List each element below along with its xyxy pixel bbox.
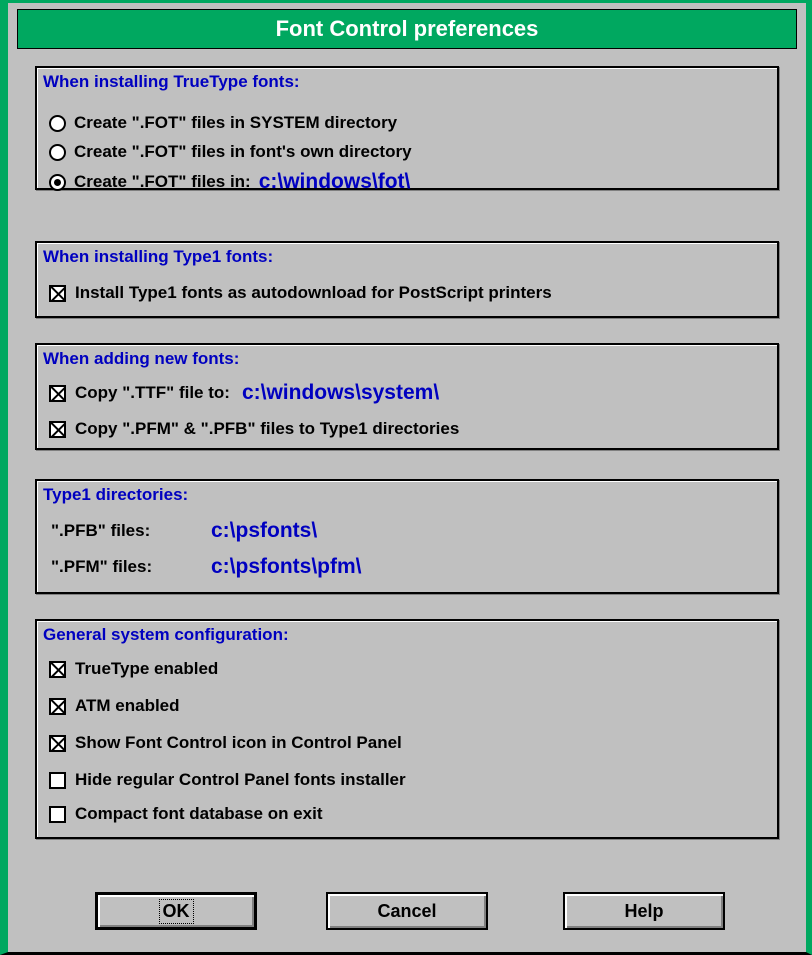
truetype-group-title: When installing TrueType fonts: xyxy=(43,72,300,91)
truetype-group: When installing TrueType fonts: Create "… xyxy=(35,66,779,193)
checkbox-label: Copy ".TTF" file to: xyxy=(75,383,230,402)
checkbox[interactable] xyxy=(49,734,66,752)
radio-fot-custom[interactable]: Create ".FOT" files in: c:\windows\fot\ xyxy=(49,170,410,194)
checkbox-label: Install Type1 fonts as autodownload for … xyxy=(75,283,552,302)
type1-dirs-group: Type1 directories: ".PFB" files: c:\psfo… xyxy=(35,479,779,594)
help-button-label: Help xyxy=(624,900,664,921)
radio-button[interactable] xyxy=(49,143,66,161)
type1-group-title: When installing Type1 fonts: xyxy=(43,247,274,266)
cancel-button-label: Cancel xyxy=(377,900,437,921)
checkbox-label: Copy ".PFM" & ".PFB" files to Type1 dire… xyxy=(75,419,460,438)
ttf-path-field[interactable]: c:\windows\system\ xyxy=(242,381,439,405)
checkbox-copy-ttf[interactable]: Copy ".TTF" file to: c:\windows\system\ xyxy=(49,381,439,405)
radio-label: Create ".FOT" files in font's own direct… xyxy=(74,142,412,161)
checkbox-autodownload[interactable]: Install Type1 fonts as autodownload for … xyxy=(49,283,552,303)
checkbox-label: Hide regular Control Panel fonts install… xyxy=(75,770,406,789)
ok-button[interactable]: OK xyxy=(95,892,257,930)
checkbox-copy-pfm[interactable]: Copy ".PFM" & ".PFB" files to Type1 dire… xyxy=(49,419,459,439)
fot-path-field[interactable]: c:\windows\fot\ xyxy=(259,170,411,194)
general-config-group: General system configuration: TrueType e… xyxy=(35,619,779,839)
pfm-label: ".PFM" files: xyxy=(51,557,153,576)
checkbox-truetype-enabled[interactable]: TrueType enabled xyxy=(49,659,218,679)
type1-dirs-group-title: Type1 directories: xyxy=(43,485,189,504)
checkbox-label: ATM enabled xyxy=(75,696,180,715)
checkbox[interactable] xyxy=(49,771,66,789)
radio-fot-own-dir[interactable]: Create ".FOT" files in font's own direct… xyxy=(49,142,412,162)
ok-button-label: OK xyxy=(158,898,194,924)
cancel-button[interactable]: Cancel xyxy=(326,892,488,930)
radio-label: Create ".FOT" files in: xyxy=(74,172,251,191)
help-button[interactable]: Help xyxy=(563,892,725,930)
checkbox[interactable] xyxy=(49,420,66,438)
pfb-dir-row: ".PFB" files: c:\psfonts\ xyxy=(51,519,317,543)
adding-fonts-group-title: When adding new fonts: xyxy=(43,349,240,368)
checkbox[interactable] xyxy=(49,805,66,823)
dialog-title: Font Control preferences xyxy=(17,9,797,49)
radio-label: Create ".FOT" files in SYSTEM directory xyxy=(74,113,398,132)
pfb-label: ".PFB" files: xyxy=(51,521,151,540)
radio-button-selected[interactable] xyxy=(49,173,66,191)
general-config-group-title: General system configuration: xyxy=(43,625,289,644)
checkbox-atm-enabled[interactable]: ATM enabled xyxy=(49,696,180,716)
pfm-path-field[interactable]: c:\psfonts\pfm\ xyxy=(211,555,362,579)
radio-fot-system[interactable]: Create ".FOT" files in SYSTEM directory xyxy=(49,113,397,133)
checkbox-hide-installer[interactable]: Hide regular Control Panel fonts install… xyxy=(49,770,406,790)
radio-button[interactable] xyxy=(49,114,66,132)
pfm-dir-row: ".PFM" files: c:\psfonts\pfm\ xyxy=(51,555,362,579)
checkbox-compact-db[interactable]: Compact font database on exit xyxy=(49,804,322,824)
checkbox-label: Compact font database on exit xyxy=(75,804,323,823)
checkbox-show-icon[interactable]: Show Font Control icon in Control Panel xyxy=(49,733,402,753)
checkbox[interactable] xyxy=(49,660,66,678)
pfb-path-field[interactable]: c:\psfonts\ xyxy=(211,519,317,543)
type1-group: When installing Type1 fonts: Install Typ… xyxy=(35,241,779,318)
checkbox[interactable] xyxy=(49,697,66,715)
checkbox[interactable] xyxy=(49,284,66,302)
checkbox[interactable] xyxy=(49,384,66,402)
adding-fonts-group: When adding new fonts: Copy ".TTF" file … xyxy=(35,343,779,450)
checkbox-label: TrueType enabled xyxy=(75,659,219,678)
checkbox-label: Show Font Control icon in Control Panel xyxy=(75,733,402,752)
